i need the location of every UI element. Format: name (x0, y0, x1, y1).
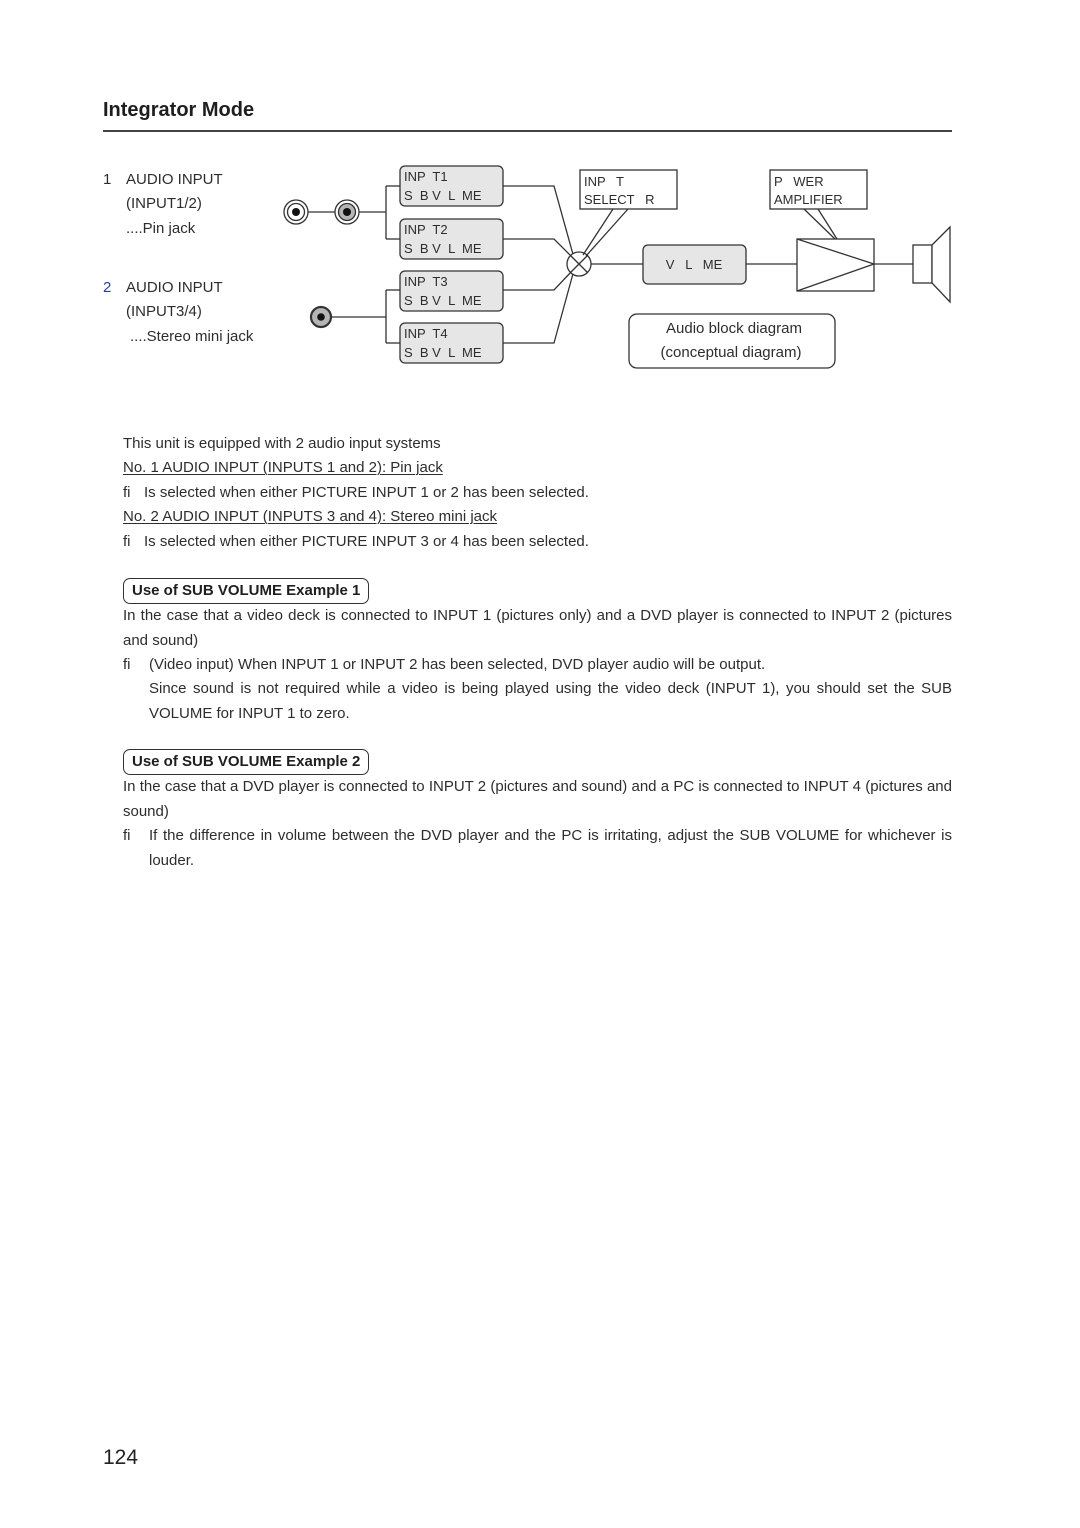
input-selector-line1: INP T (584, 174, 624, 189)
audio-block-diagram: INP T1 S B V L ME INP T2 S B V L ME INP … (283, 165, 951, 369)
input-1-heading: No. 1 AUDIO INPUT (INPUTS 1 and 2): Pin … (123, 459, 443, 476)
example-2-body: In the case that a DVD player is connect… (123, 778, 952, 820)
stereo-mini-jack-icon (309, 305, 333, 329)
example-1-bullet-text-2: Since sound is not required while a vide… (149, 680, 952, 722)
pin-jack-red-icon (334, 199, 360, 225)
sub-volume-1-line1: INP T1 (404, 169, 448, 184)
input-1-text: Is selected when either PICTURE INPUT 1 … (144, 484, 589, 501)
sub-volume-4-line2: S B V L ME (404, 345, 482, 360)
mixer-icon (566, 251, 592, 277)
power-amp-line1: P WER (774, 174, 824, 189)
bullet-icon: fi (123, 656, 131, 673)
caption-line1: Audio block diagram (666, 320, 802, 337)
sub-volume-2-line2: S B V L ME (404, 241, 482, 256)
intro-line: This unit is equipped with 2 audio input… (123, 435, 441, 452)
speaker-icon (912, 225, 951, 304)
sub-volume-1-line2: S B V L ME (404, 188, 482, 203)
input-2-heading: No. 2 AUDIO INPUT (INPUTS 3 and 4): Ster… (123, 508, 498, 525)
caption-line2: (conceptual diagram) (661, 344, 802, 361)
example-2-bullet-text: If the difference in volume between the … (149, 827, 952, 869)
page-number: 124 (103, 1446, 139, 1469)
sub-volume-4-line1: INP T4 (404, 326, 448, 341)
power-amp-line2: AMPLIFIER (774, 192, 843, 207)
sub-volume-3-line2: S B V L ME (404, 293, 482, 308)
input-selector-line2: SELECT R (584, 192, 655, 207)
example-1-heading: Use of SUB VOLUME Example 1 (123, 578, 370, 604)
bullet-icon: fi (123, 533, 131, 550)
example-1-body: In the case that a video deck is connect… (123, 607, 952, 649)
sub-volume-3-line1: INP T3 (404, 274, 448, 289)
volume-label: V L ME (666, 257, 723, 272)
sub-volume-2-line1: INP T2 (404, 222, 448, 237)
bullet-icon: fi (123, 484, 131, 501)
bullet-icon: fi (123, 827, 131, 844)
example-2-heading: Use of SUB VOLUME Example 2 (123, 749, 370, 775)
pin-jack-white-icon (283, 199, 309, 225)
input-2-text: Is selected when either PICTURE INPUT 3 … (144, 533, 589, 550)
example-1-bullet-text: (Video input) When INPUT 1 or INPUT 2 ha… (149, 656, 766, 673)
